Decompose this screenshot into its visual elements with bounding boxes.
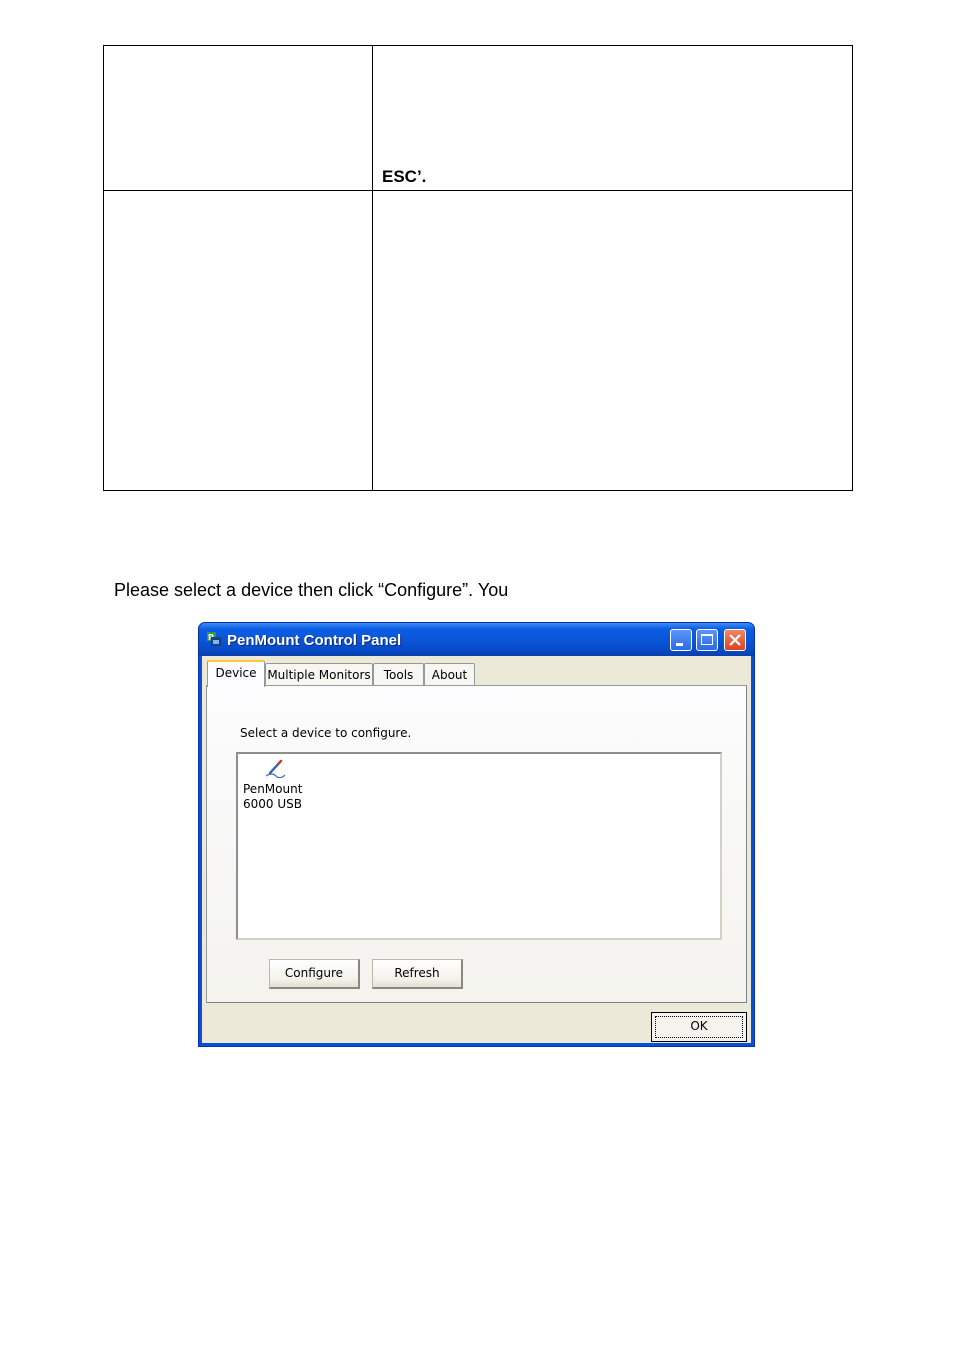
table-row: ESC’. [103,45,853,191]
close-button[interactable] [724,629,746,651]
tab-tools[interactable]: Tools [373,663,424,685]
cell-text-esc: ESC’. [382,167,427,186]
title-bar[interactable]: P PenMount Control Panel [199,623,754,656]
maximize-icon [701,634,713,645]
table-cell: ESC’. [372,45,853,191]
table-cell [103,45,373,191]
refresh-button[interactable]: Refresh [372,959,463,989]
device-tab-panel: Select a device to configure. PenMount 6… [206,685,747,1003]
tab-multiple-monitors[interactable]: Multiple Monitors [265,663,373,685]
ok-button[interactable]: OK [651,1012,747,1042]
table-cell [372,190,853,491]
configure-button[interactable]: Configure [269,959,360,989]
ok-button-label: OK [690,1019,708,1033]
minimize-icon [676,643,683,646]
table-cell [103,190,373,491]
penmount-control-panel-window: P PenMount Control Panel Device Multiple… [198,622,755,1047]
window-client-area: Device Multiple Monitors Tools About Sel… [202,656,751,1043]
penmount-app-icon: P [207,632,221,646]
device-name-line1: PenMount [243,782,303,796]
close-icon [729,634,741,646]
tab-device[interactable]: Device [207,660,265,687]
pen-device-icon [265,759,286,778]
maximize-button[interactable] [696,629,718,651]
device-name: PenMount 6000 USB [243,782,302,812]
document-table: ESC’. [103,45,853,491]
device-list[interactable]: PenMount 6000 USB [236,752,722,940]
table-row [103,190,853,491]
select-device-prompt: Select a device to configure. [240,726,412,740]
instruction-text: Please select a device then click “Confi… [114,580,509,600]
minimize-button[interactable] [670,629,692,651]
tab-about[interactable]: About [424,663,475,685]
device-name-line2: 6000 USB [243,797,302,811]
window-title: PenMount Control Panel [227,632,402,649]
